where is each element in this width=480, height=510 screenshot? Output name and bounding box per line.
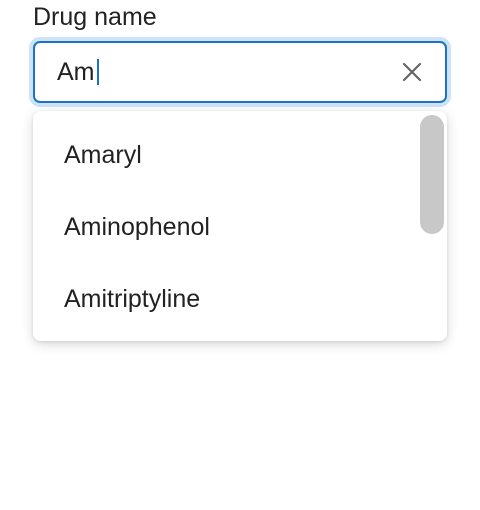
scrollbar-thumb[interactable] xyxy=(420,115,444,234)
suggestion-option[interactable]: Amitriptyline xyxy=(33,263,413,335)
drug-name-label: Drug name xyxy=(33,3,157,31)
suggestions-dropdown: Amaryl Aminophenol Amitriptyline xyxy=(33,111,447,341)
drug-name-input[interactable]: Am xyxy=(33,41,447,103)
text-caret xyxy=(96,59,99,85)
suggestion-option[interactable]: Amaryl xyxy=(33,119,413,191)
suggestion-option[interactable]: Aminophenol xyxy=(33,191,413,263)
dropdown-scrollbar[interactable] xyxy=(420,115,444,337)
clear-button[interactable] xyxy=(399,59,425,85)
input-value: Am xyxy=(57,58,95,86)
input-value-wrapper: Am xyxy=(57,57,99,87)
close-icon xyxy=(402,62,422,82)
